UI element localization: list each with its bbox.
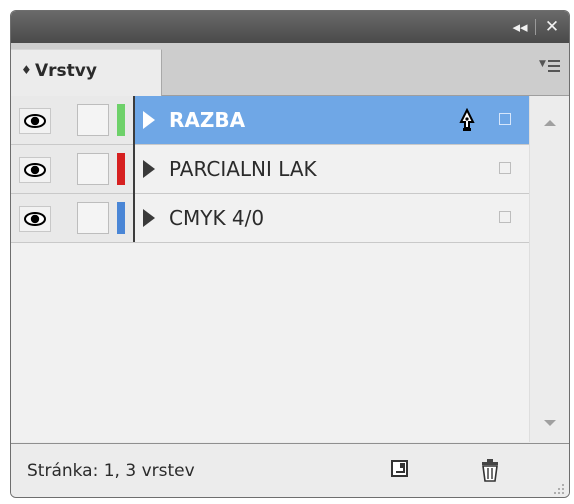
- layer-color-swatch: [117, 202, 125, 234]
- layers-list: RAZBA PARCIALNI LAK CMYK 4/0: [11, 96, 529, 442]
- layer-row-cmyk[interactable]: CMYK 4/0: [11, 194, 529, 243]
- collapse-panel-button[interactable]: ◂◂: [509, 17, 531, 37]
- triangle-expand-icon[interactable]: [143, 209, 155, 227]
- menu-lines-icon: [548, 60, 560, 62]
- layer-name[interactable]: RAZBA: [169, 108, 245, 132]
- eye-icon-shape: [24, 163, 46, 177]
- eye-icon[interactable]: [19, 206, 51, 232]
- column-divider: [133, 96, 135, 242]
- layer-name[interactable]: CMYK 4/0: [169, 206, 264, 230]
- layer-select-box[interactable]: [499, 113, 511, 125]
- layer-row-parcialni-lak[interactable]: PARCIALNI LAK: [11, 145, 529, 194]
- layers-panel: ◂◂ ✕ ♦ Vrstvy ▼ RAZBA PARCIALNI LAK CMYK…: [10, 10, 570, 498]
- triangle-expand-icon[interactable]: [143, 111, 155, 129]
- close-panel-button[interactable]: ✕: [541, 17, 563, 37]
- layer-color-swatch: [117, 104, 125, 136]
- panel-menu-icon[interactable]: ▼: [539, 53, 563, 81]
- menu-arrow-icon: ▼: [539, 59, 546, 69]
- layer-row-razba[interactable]: RAZBA: [11, 96, 529, 145]
- resize-grip-icon[interactable]: [551, 480, 565, 494]
- layer-select-box[interactable]: [499, 211, 511, 223]
- lock-toggle[interactable]: [77, 104, 109, 136]
- pen-tool-icon: [457, 107, 477, 136]
- scroll-up-icon[interactable]: [544, 120, 556, 126]
- scrollbar[interactable]: [529, 96, 569, 442]
- eye-icon[interactable]: [19, 108, 51, 134]
- new-layer-icon[interactable]: [391, 460, 409, 478]
- titlebar-separator: [535, 19, 536, 35]
- eye-icon-shape: [24, 114, 46, 128]
- eye-icon-shape: [24, 212, 46, 226]
- lock-toggle[interactable]: [77, 153, 109, 185]
- layer-name[interactable]: PARCIALNI LAK: [169, 157, 317, 181]
- eye-icon[interactable]: [19, 157, 51, 183]
- tab-strip: ♦ Vrstvy ▼: [11, 43, 569, 97]
- tab-label: Vrstvy: [35, 61, 97, 81]
- scroll-down-icon[interactable]: [544, 420, 556, 426]
- trash-icon[interactable]: [480, 458, 500, 482]
- lock-toggle[interactable]: [77, 202, 109, 234]
- panel-titlebar: ◂◂ ✕: [11, 11, 569, 43]
- layer-color-swatch: [117, 153, 125, 185]
- layer-select-box[interactable]: [499, 162, 511, 174]
- tab-layers[interactable]: ♦ Vrstvy: [11, 49, 162, 97]
- status-bar: Stránka: 1, 3 vrstev: [11, 443, 569, 497]
- status-text: Stránka: 1, 3 vrstev: [27, 461, 195, 481]
- tab-expand-icon[interactable]: ♦: [21, 63, 32, 77]
- triangle-expand-icon[interactable]: [143, 160, 155, 178]
